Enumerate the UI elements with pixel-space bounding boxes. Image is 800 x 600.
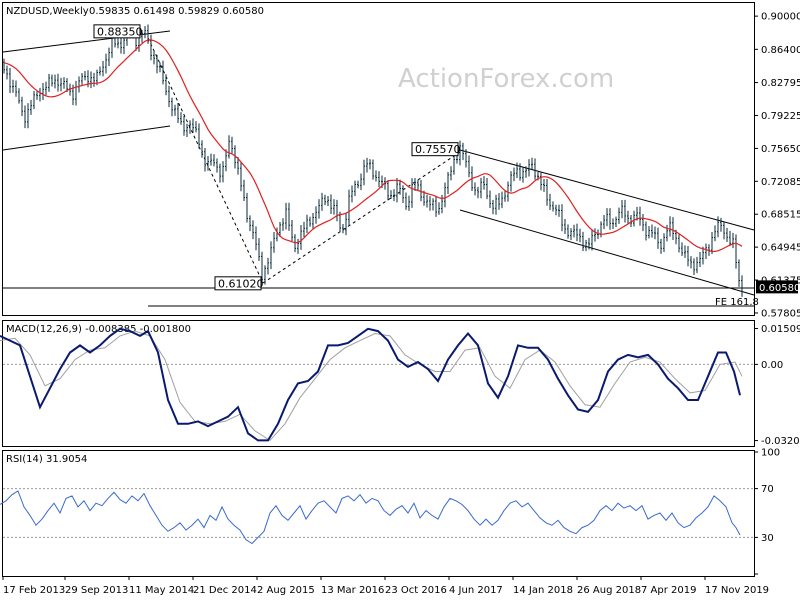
macd-tick-label: 0.015093 bbox=[761, 324, 800, 335]
macd-tick-label: 0.00 bbox=[761, 360, 783, 371]
time-tick-label: 7 Apr 2019 bbox=[641, 585, 696, 596]
symbol-header: NZDUSD,Weekly bbox=[6, 6, 89, 17]
time-tick-label: 21 Dec 2014 bbox=[193, 585, 257, 596]
watermark: ActionForex.com bbox=[398, 64, 614, 94]
time-tick-label: 2 Aug 2015 bbox=[257, 585, 315, 596]
annotation-high-2017-label: 0.75570 bbox=[415, 143, 461, 156]
time-tick-label: 14 Jan 2018 bbox=[513, 585, 573, 596]
annotation-low-2015-label: 0.61020 bbox=[218, 277, 264, 290]
macd-header: MACD(12,26,9) -0.008385 -0.001800 bbox=[6, 324, 191, 335]
ohlc-header: 0.59835 0.61498 0.59829 0.60580 bbox=[89, 6, 264, 17]
time-tick-label: 26 Aug 2018 bbox=[577, 585, 641, 596]
rsi-header: RSI(14) 31.9054 bbox=[6, 454, 87, 465]
annotation-fe: FE 161.8 bbox=[715, 297, 759, 308]
time-tick-label: 4 Jun 2017 bbox=[449, 585, 503, 596]
time-tick-label: 13 Mar 2016 bbox=[321, 585, 384, 596]
price-tick-label: 0.86400 bbox=[761, 45, 800, 56]
rsi-tick-label: 70 bbox=[761, 484, 774, 495]
rsi-tick-label: 100 bbox=[761, 448, 780, 459]
rsi-tick-label: 30 bbox=[761, 533, 774, 544]
time-tick-label: 23 Oct 2016 bbox=[385, 585, 447, 596]
price-tick-label: 0.64945 bbox=[761, 243, 800, 254]
price-tick-label: 0.57805 bbox=[761, 308, 800, 319]
macd-tick-label: -0.032057 bbox=[761, 436, 800, 447]
price-tick-label: 0.82795 bbox=[761, 78, 800, 89]
time-tick-label: 17 Feb 2013 bbox=[3, 585, 65, 596]
annotation-high-2014-label: 0.88350 bbox=[97, 25, 143, 38]
price-tick-label: 0.68515 bbox=[761, 210, 800, 221]
price-tick-label: 0.75650 bbox=[761, 144, 800, 155]
current-price-label: 0.60580 bbox=[759, 283, 800, 294]
nzdusd-weekly-chart: ActionForex.com NZDUSD,Weekly 0.59835 0.… bbox=[0, 0, 800, 600]
price-tick-label: 0.72085 bbox=[761, 177, 800, 188]
price-tick-label: 0.90000 bbox=[761, 12, 800, 23]
time-tick-label: 11 May 2014 bbox=[129, 585, 194, 596]
time-tick-label: 29 Sep 2013 bbox=[65, 585, 128, 596]
time-tick-label: 17 Nov 2019 bbox=[705, 585, 769, 596]
price-tick-label: 0.79225 bbox=[761, 111, 800, 122]
